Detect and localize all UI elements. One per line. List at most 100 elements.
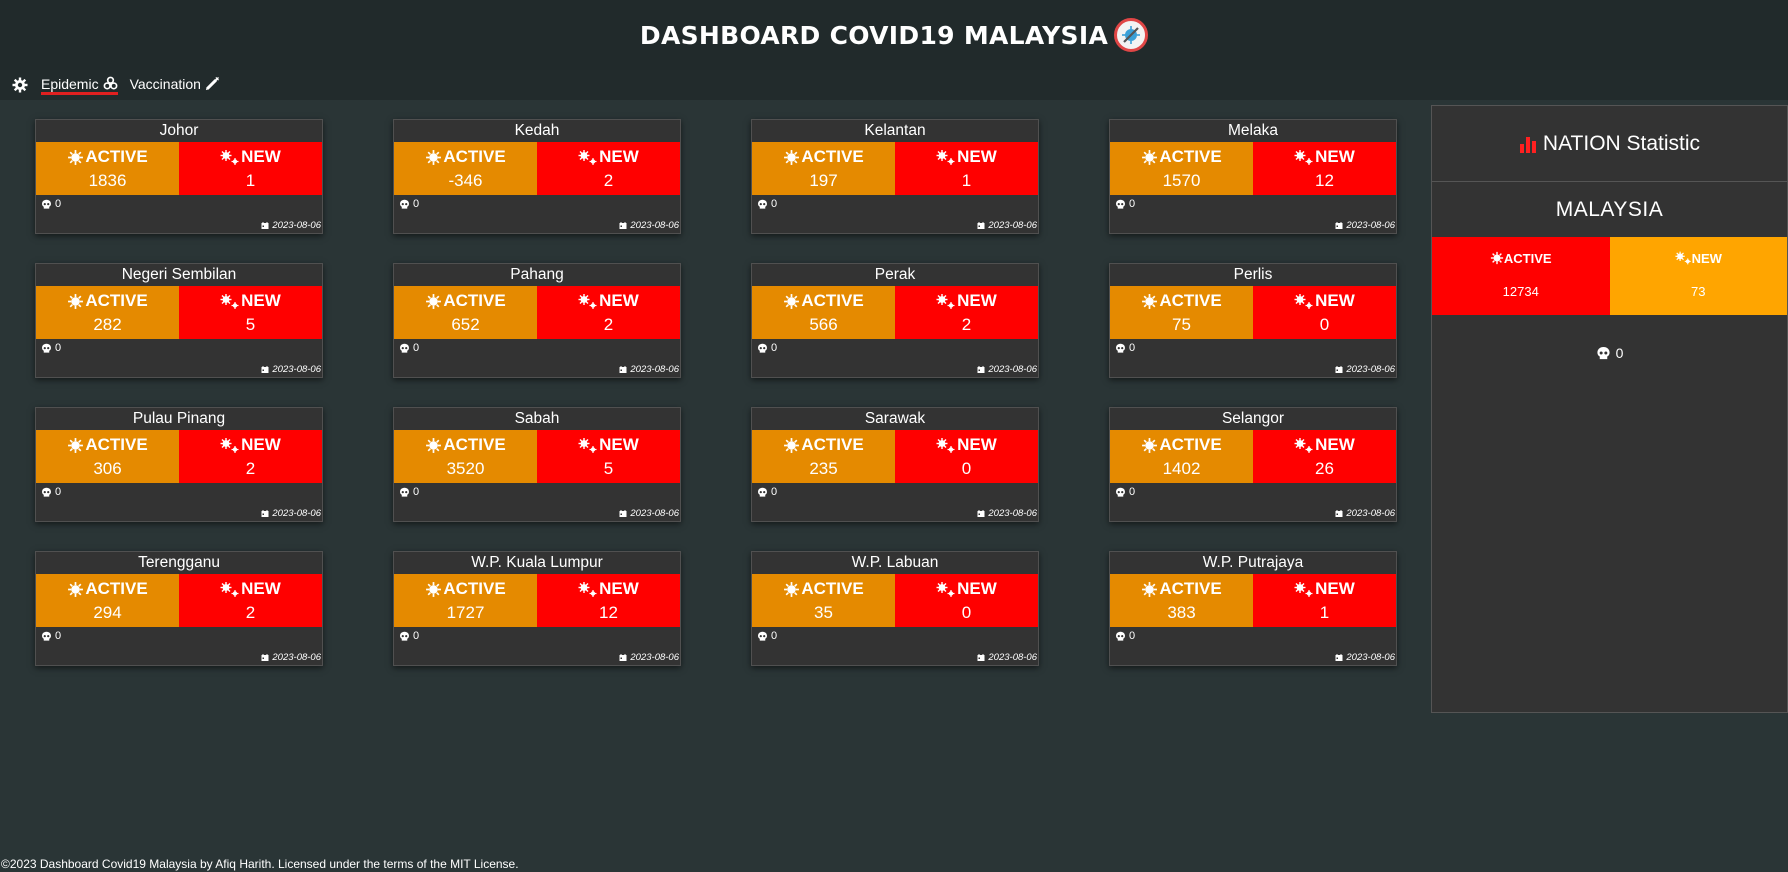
update-date: 2023-08-06 — [988, 508, 1037, 519]
active-count: 35 — [814, 603, 833, 622]
nation-active-box: ACTIVE 12734 — [1432, 237, 1610, 315]
active-count: 652 — [451, 315, 480, 334]
update-date: 2023-08-06 — [630, 652, 679, 663]
deaths-row: 0 — [399, 486, 419, 498]
active-cases-box: ACTIVE 1727 — [394, 574, 537, 627]
new-count: 0 — [1319, 315, 1330, 334]
skull-icon — [1597, 346, 1610, 359]
state-card: W.P. Kuala Lumpur ACTIVE 1727 NEW 12 0 2… — [393, 551, 681, 666]
gear-icon[interactable] — [12, 77, 29, 94]
active-count: 306 — [93, 459, 122, 478]
calendar-icon — [1335, 222, 1343, 229]
state-name: Selangor — [1221, 410, 1285, 427]
nav-bar: Epidemic Vaccination — [0, 70, 1788, 100]
new-label: NEW — [241, 291, 281, 310]
state-card: Perak ACTIVE 566 NEW 2 0 2023-08-06 — [751, 263, 1039, 378]
state-name: Kedah — [514, 122, 560, 139]
active-cases-box: ACTIVE 197 — [752, 142, 895, 195]
active-label: ACTIVE — [443, 435, 506, 454]
date-row: 2023-08-06 — [1335, 508, 1395, 519]
new-label: NEW — [957, 147, 997, 166]
active-label: ACTIVE — [443, 291, 506, 310]
nation-new-count: 73 — [1691, 284, 1706, 299]
skull-icon — [1116, 343, 1125, 353]
virus-icon — [68, 293, 84, 309]
date-row: 2023-08-06 — [261, 508, 321, 519]
nation-country: MALAYSIA — [1555, 197, 1664, 221]
active-label: ACTIVE — [1159, 147, 1222, 166]
death-count: 0 — [1129, 486, 1136, 498]
update-date: 2023-08-06 — [1346, 652, 1395, 663]
new-cases-box: NEW 1 — [1253, 574, 1396, 627]
new-cases-box: NEW 12 — [537, 574, 680, 627]
viruses-icon — [1294, 437, 1313, 453]
calendar-icon — [977, 510, 985, 517]
death-count: 0 — [1129, 630, 1136, 642]
new-cases-box: NEW 5 — [179, 286, 322, 339]
virus-icon — [68, 437, 84, 453]
date-row: 2023-08-06 — [1335, 364, 1395, 375]
calendar-icon — [619, 510, 627, 517]
date-row: 2023-08-06 — [1335, 652, 1395, 663]
nation-header: NATION Statistic — [1432, 106, 1787, 182]
viruses-icon — [220, 581, 239, 597]
active-cases-box: ACTIVE 235 — [752, 430, 895, 483]
nav-epidemic-link[interactable]: Epidemic — [41, 76, 118, 95]
new-cases-box: NEW 2 — [179, 574, 322, 627]
nav-vaccination-link[interactable]: Vaccination — [130, 76, 220, 95]
state-card: Sabah ACTIVE 3520 NEW 5 0 2023-08-06 — [393, 407, 681, 522]
new-cases-box: NEW 0 — [1253, 286, 1396, 339]
viruses-icon — [936, 581, 955, 597]
state-name: W.P. Labuan — [851, 554, 939, 571]
calendar-icon — [261, 654, 269, 661]
death-count: 0 — [55, 198, 62, 210]
new-count: 26 — [1315, 459, 1334, 478]
death-count: 0 — [771, 342, 778, 354]
new-cases-box: NEW 0 — [895, 430, 1038, 483]
active-count: 1570 — [1162, 171, 1201, 190]
new-label: NEW — [957, 435, 997, 454]
state-name: Pulau Pinang — [132, 410, 226, 427]
virus-icon — [1142, 149, 1158, 165]
death-count: 0 — [55, 342, 62, 354]
new-label: NEW — [957, 291, 997, 310]
new-count: 1 — [1319, 603, 1330, 622]
date-row: 2023-08-06 — [619, 364, 679, 375]
state-name: Pahang — [510, 266, 564, 283]
skull-icon — [400, 631, 409, 641]
nation-death-count: 0 — [1615, 345, 1624, 361]
active-cases-box: ACTIVE 1836 — [36, 142, 179, 195]
active-label: ACTIVE — [85, 147, 148, 166]
active-count: 1402 — [1162, 459, 1201, 478]
nation-panel: NATION Statistic MALAYSIA ACTIVE 12734 N… — [1431, 105, 1788, 713]
state-card: Sarawak ACTIVE 235 NEW 0 0 2023-08-06 — [751, 407, 1039, 522]
skull-icon — [42, 199, 51, 209]
new-cases-box: NEW 2 — [537, 142, 680, 195]
calendar-icon — [977, 222, 985, 229]
calendar-icon — [1335, 510, 1343, 517]
deaths-row: 0 — [1115, 342, 1135, 354]
death-count: 0 — [1129, 342, 1136, 354]
state-card: Johor ACTIVE 1836 NEW 1 0 2023-08-06 — [35, 119, 323, 234]
virus-icon — [426, 437, 442, 453]
active-label: ACTIVE — [801, 147, 864, 166]
skull-icon — [758, 199, 767, 209]
viruses-icon — [1294, 149, 1313, 165]
active-count: 1836 — [88, 171, 127, 190]
syringe-icon — [205, 77, 219, 91]
state-card: Negeri Sembilan ACTIVE 282 NEW 5 0 2023-… — [35, 263, 323, 378]
calendar-icon — [261, 366, 269, 373]
update-date: 2023-08-06 — [630, 220, 679, 231]
update-date: 2023-08-06 — [630, 364, 679, 375]
active-label: ACTIVE — [1159, 291, 1222, 310]
date-row: 2023-08-06 — [261, 652, 321, 663]
state-name: Melaka — [1228, 122, 1278, 139]
new-count: 5 — [245, 315, 256, 334]
virus-icon — [784, 149, 800, 165]
new-count: 12 — [1315, 171, 1334, 190]
active-label: ACTIVE — [801, 291, 864, 310]
new-cases-box: NEW 12 — [1253, 142, 1396, 195]
virus-icon — [1490, 251, 1504, 265]
viruses-icon — [220, 293, 239, 309]
new-count: 1 — [961, 171, 972, 190]
